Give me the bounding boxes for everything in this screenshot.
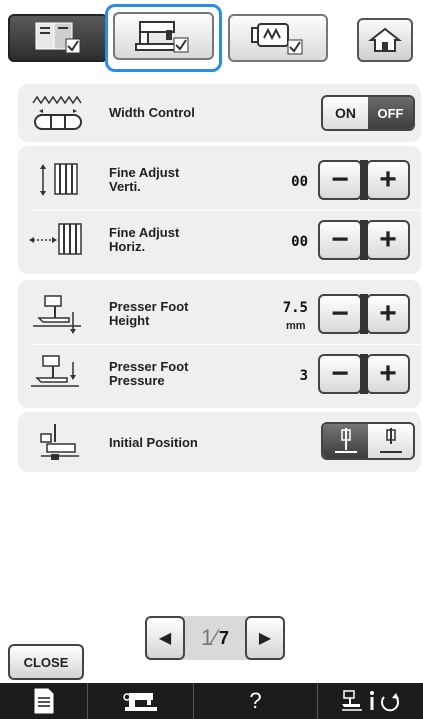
fine-adjust-verti-value: 00 <box>291 174 308 190</box>
presser-foot-height-icon <box>18 289 98 339</box>
sewing-guide-button[interactable] <box>88 683 194 719</box>
presser-foot-pressure-value: 3 <box>299 368 308 384</box>
top-tab-bar <box>0 0 423 80</box>
sewing-machine-small-icon <box>122 693 157 711</box>
settings-book-icon <box>35 22 81 54</box>
question-mark-icon: ? <box>249 688 262 713</box>
stepper-divider <box>360 220 368 260</box>
presser-foot-height-label: Presser Foot Height <box>109 300 188 328</box>
plus-button[interactable]: + <box>366 160 410 200</box>
width-control-toggle[interactable]: ON OFF <box>321 95 415 131</box>
label-line-2: Height <box>109 313 150 328</box>
previous-page-button[interactable]: ◀ <box>145 616 185 660</box>
label-line-1: Fine Adjust <box>109 165 180 180</box>
help-button[interactable]: ? <box>194 683 318 719</box>
presser-foot-pressure-icon <box>18 349 98 399</box>
width-control-panel: Width Control ON OFF <box>18 84 421 142</box>
fine-adjust-horiz-row: Fine Adjust Horiz. 00 − + <box>18 212 421 268</box>
label-line-1: Fine Adjust <box>109 225 180 240</box>
stepper-divider <box>360 160 368 200</box>
minus-button[interactable]: − <box>318 220 362 260</box>
presser-foot-panel: Presser Foot Height 7.5 mm − + Presser F… <box>18 280 421 408</box>
close-button[interactable]: CLOSE <box>8 644 84 680</box>
left-arrow-icon: ◀ <box>158 630 172 647</box>
toggle-off-option[interactable]: OFF <box>368 97 413 129</box>
fine-adjust-horiz-stepper[interactable]: − + <box>318 220 414 260</box>
presser-foot-height-value: 7.5 <box>282 300 308 316</box>
initial-position-icon <box>18 417 98 467</box>
foot-info-button[interactable] <box>318 683 423 719</box>
label-line-1: Presser Foot <box>109 299 189 314</box>
stepper-divider <box>360 294 368 334</box>
bottom-toolbar: ? <box>0 683 423 719</box>
fine-adjust-verti-stepper[interactable]: − + <box>318 160 414 200</box>
plus-button[interactable]: + <box>366 354 410 394</box>
presser-foot-height-row: Presser Foot Height 7.5 mm − + <box>18 286 421 342</box>
label-line-2: Pressure <box>109 373 165 388</box>
plus-button[interactable]: + <box>366 220 410 260</box>
row-divider <box>32 344 421 345</box>
presser-foot-pressure-row: Presser Foot Pressure 3 − + <box>18 346 421 402</box>
document-icon <box>34 688 53 714</box>
embroidery-frame-icon <box>251 23 303 55</box>
tab-embroidery-settings[interactable] <box>228 14 328 62</box>
fine-adjust-panel: Fine Adjust Verti. 00 − + Fine Adjust Ho… <box>18 146 421 274</box>
needle-down-option[interactable] <box>323 424 368 458</box>
total-pages: 7 <box>218 627 229 648</box>
presser-foot-height-stepper[interactable]: − + <box>318 294 414 334</box>
page-slash: ⁄ <box>213 625 217 650</box>
fine-adjust-verti-row: Fine Adjust Verti. 00 − + <box>18 152 421 208</box>
width-control-label: Width Control <box>109 105 195 120</box>
minus-button[interactable]: − <box>318 354 362 394</box>
fine-adjust-verti-label: Fine Adjust Verti. <box>109 166 179 194</box>
right-arrow-icon: ▶ <box>258 630 272 647</box>
minus-button[interactable]: − <box>318 294 362 334</box>
width-control-row: Width Control ON OFF <box>18 88 421 138</box>
label-line-1: Presser Foot <box>109 359 189 374</box>
initial-position-row: Initial Position <box>18 416 421 468</box>
tab-machine-settings[interactable] <box>113 12 214 60</box>
home-button[interactable] <box>357 18 413 62</box>
plus-button[interactable]: + <box>366 294 410 334</box>
width-control-icon <box>18 88 98 138</box>
presser-foot-info-icon <box>341 690 399 712</box>
horizontal-adjust-icon <box>18 215 98 265</box>
label-line-2: Verti. <box>109 179 141 194</box>
needle-down-icon <box>334 428 357 453</box>
initial-position-panel: Initial Position <box>18 412 421 472</box>
row-divider <box>32 210 421 211</box>
initial-position-label: Initial Position <box>109 435 198 450</box>
needle-up-icon <box>379 428 402 453</box>
fine-adjust-horiz-label: Fine Adjust Horiz. <box>109 226 179 254</box>
stepper-divider <box>360 354 368 394</box>
sewing-machine-icon <box>134 21 188 53</box>
home-icon <box>368 27 402 52</box>
presser-foot-pressure-stepper[interactable]: − + <box>318 354 414 394</box>
next-page-button[interactable]: ▶ <box>245 616 285 660</box>
needle-up-option[interactable] <box>368 424 413 458</box>
current-page: 1 <box>201 625 214 650</box>
toggle-on-option[interactable]: ON <box>323 97 368 129</box>
manual-button[interactable] <box>0 683 88 719</box>
minus-button[interactable]: − <box>318 160 362 200</box>
page-indicator: 1 ⁄ 7 <box>185 616 245 660</box>
tab-settings-page[interactable] <box>8 14 108 62</box>
pagination-control: ◀ 1 ⁄ 7 ▶ <box>145 616 285 660</box>
presser-foot-pressure-label: Presser Foot Pressure <box>109 360 188 388</box>
initial-position-toggle[interactable] <box>321 422 415 460</box>
vertical-adjust-icon <box>18 155 98 205</box>
presser-foot-height-unit: mm <box>286 320 306 332</box>
label-line-2: Horiz. <box>109 239 146 254</box>
fine-adjust-horiz-value: 00 <box>291 234 308 250</box>
